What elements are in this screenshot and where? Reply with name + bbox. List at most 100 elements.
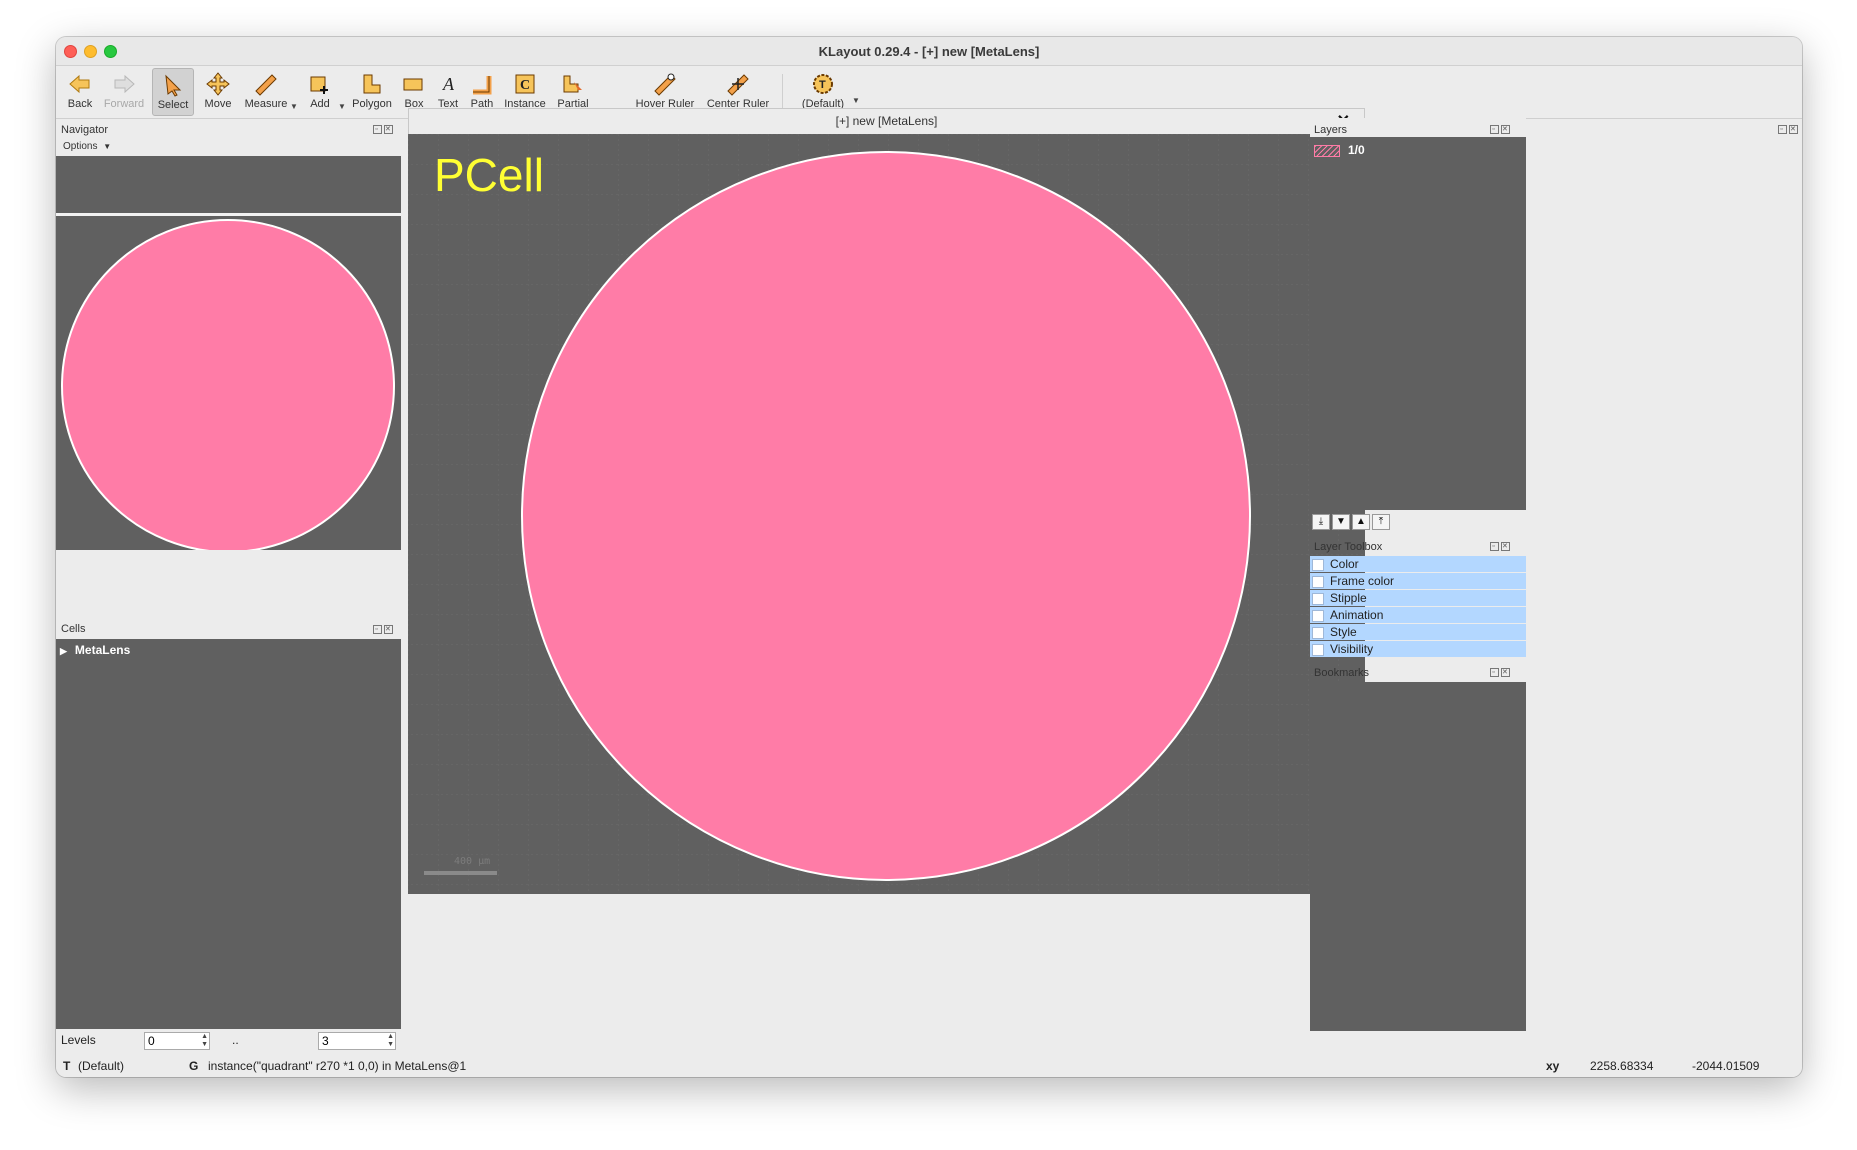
toolbox-visibility[interactable]: Visibility <box>1310 641 1526 657</box>
cells-title: Cells <box>61 623 86 635</box>
back-arrow-icon <box>69 74 90 94</box>
status-mode-value: (Default) <box>78 1059 125 1073</box>
expand-arrow-icon[interactable]: ▶ <box>60 646 67 656</box>
svg-text:T: T <box>819 79 826 91</box>
text-a-icon: A <box>442 74 455 94</box>
forward-button[interactable]: Forward <box>102 68 146 116</box>
move-down-icon[interactable]: ▼ <box>1332 514 1350 530</box>
box-icon <box>403 78 423 91</box>
select-tool-button[interactable]: Select <box>152 68 194 116</box>
layout-drawing <box>408 134 1365 894</box>
svg-text:A: A <box>442 74 455 94</box>
partial-edit-icon <box>563 75 582 93</box>
levels-from-spinbox[interactable]: 0 ▲ ▼ <box>144 1032 210 1050</box>
bookmarks-title: Bookmarks <box>1314 667 1370 679</box>
close-panel-icon[interactable]: ✕ <box>1501 542 1510 551</box>
status-x-coordinate: 2258.68334 <box>1590 1059 1654 1073</box>
navigator-view[interactable] <box>56 156 401 550</box>
app-window: KLayout 0.29.4 - [+] new [MetaLens] Back… <box>56 37 1802 1077</box>
checkbox-icon[interactable] <box>1312 575 1324 588</box>
select-cursor-icon <box>165 74 182 97</box>
status-mode-key: T <box>63 1059 71 1073</box>
layout-canvas[interactable]: PCell 400 µm <box>408 134 1365 894</box>
bookmarks-list[interactable] <box>1310 682 1526 1031</box>
float-panel-icon[interactable]: ▫ <box>1490 542 1499 551</box>
layers-list[interactable]: 1/0 <box>1310 139 1526 510</box>
add-tool-button[interactable]: Add <box>302 68 338 116</box>
close-panel-icon[interactable]: ✕ <box>1789 125 1798 134</box>
float-panel-icon[interactable]: ▫ <box>373 125 382 134</box>
navigator-panel-buttons: ▫ ✕ <box>371 123 393 134</box>
hover-ruler-icon <box>654 73 676 96</box>
close-panel-icon[interactable]: ✕ <box>384 625 393 634</box>
window-title: KLayout 0.29.4 - [+] new [MetaLens] <box>818 44 1040 59</box>
layer-toolbox-panel-buttons: ▫ ✕ <box>1488 540 1510 551</box>
polygon-tool-button[interactable]: Polygon <box>350 68 394 116</box>
measure-dropdown-icon[interactable]: ▼ <box>290 102 298 111</box>
layers-panel-buttons: ▫ ✕ <box>1776 123 1798 134</box>
pcell-label: PCell <box>434 149 544 201</box>
navigator-preview <box>56 214 401 550</box>
float-panel-icon[interactable]: ▫ <box>1778 125 1787 134</box>
float-panel-icon[interactable]: ▫ <box>373 625 382 634</box>
move-up-icon[interactable]: ▲ <box>1352 514 1370 530</box>
status-g-key: G <box>189 1059 199 1073</box>
move-arrows-icon <box>206 72 230 96</box>
spin-arrows-icon[interactable]: ▲ ▼ <box>201 1033 208 1049</box>
toolbar-separator <box>782 74 783 110</box>
svg-text:C: C <box>520 78 530 93</box>
status-message: instance("quadrant" r270 *1 0,0) in Meta… <box>208 1059 467 1073</box>
title-bar: KLayout 0.29.4 - [+] new [MetaLens] <box>56 37 1802 66</box>
forward-arrow-icon <box>114 74 135 94</box>
add-dropdown-icon[interactable]: ▼ <box>338 102 346 111</box>
polygon-icon <box>363 74 381 94</box>
toolbox-animation[interactable]: Animation <box>1310 607 1526 623</box>
ruler-icon <box>255 74 277 96</box>
checkbox-icon[interactable] <box>1312 558 1324 571</box>
checkbox-icon[interactable] <box>1312 609 1324 622</box>
layer-toolbox-title: Layer Toolbox <box>1314 541 1383 553</box>
float-panel-icon[interactable]: ▫ <box>1490 668 1499 677</box>
cell-item-metalens[interactable]: ▶ MetaLens <box>60 643 130 657</box>
status-xy-label: xy <box>1546 1059 1560 1073</box>
float-panel-icon[interactable]: ▫ <box>1490 125 1499 134</box>
navigator-title: Navigator <box>61 124 109 136</box>
measure-tool-button[interactable]: Measure <box>242 68 290 116</box>
close-panel-icon[interactable]: ✕ <box>1501 125 1510 134</box>
close-panel-icon[interactable]: ✕ <box>1501 668 1510 677</box>
checkbox-icon[interactable] <box>1312 592 1324 605</box>
levels-label: Levels <box>61 1033 96 1047</box>
navigator-options-menu[interactable]: Options ▼ <box>63 141 111 152</box>
bookmarks-panel-buttons: ▫ ✕ <box>1488 666 1510 677</box>
move-tool-button[interactable]: Move <box>198 68 238 116</box>
close-panel-icon[interactable]: ✕ <box>384 125 393 134</box>
metalens-circle-shape <box>521 151 1251 881</box>
instance-c-icon: C <box>515 74 535 94</box>
toolbox-stipple[interactable]: Stipple <box>1310 590 1526 606</box>
spin-arrows-icon[interactable]: ▲ ▼ <box>387 1033 394 1049</box>
document-tab[interactable]: [+] new [MetaLens] ✕ <box>408 108 1365 134</box>
toolbox-frame-color[interactable]: Frame color <box>1310 573 1526 589</box>
layer-swatch-icon <box>1314 144 1340 157</box>
status-bar: T (Default) G instance("quadrant" r270 *… <box>56 1055 1802 1077</box>
navigator-circle-shape <box>61 219 395 550</box>
center-ruler-icon <box>727 74 749 96</box>
add-shape-icon <box>310 76 328 94</box>
checkbox-icon[interactable] <box>1312 626 1324 639</box>
scale-label: 400 µm <box>454 856 491 867</box>
move-to-top-icon[interactable]: ⤒ <box>1372 514 1390 530</box>
levels-separator: .. <box>232 1033 239 1047</box>
cells-panel-buttons: ▫ ✕ <box>371 623 393 634</box>
status-y-coordinate: -2044.01509 <box>1692 1059 1760 1073</box>
layers-panel-controls: ▫ ✕ <box>1488 123 1510 134</box>
default-dropdown-icon[interactable]: ▼ <box>852 96 860 105</box>
cells-tree[interactable]: ▶ MetaLens <box>56 639 401 1029</box>
back-button[interactable]: Back <box>62 68 98 116</box>
checkbox-icon[interactable] <box>1312 643 1324 656</box>
move-to-bottom-icon[interactable]: ⤓ <box>1312 514 1330 530</box>
toolbox-color[interactable]: Color <box>1310 556 1526 572</box>
layer-item[interactable]: 1/0 <box>1314 143 1365 157</box>
toolbox-style[interactable]: Style <box>1310 624 1526 640</box>
levels-to-spinbox[interactable]: 3 ▲ ▼ <box>318 1032 396 1050</box>
layer-order-buttons: ⤓ ▼ ▲ ⤒ <box>1312 514 1402 530</box>
